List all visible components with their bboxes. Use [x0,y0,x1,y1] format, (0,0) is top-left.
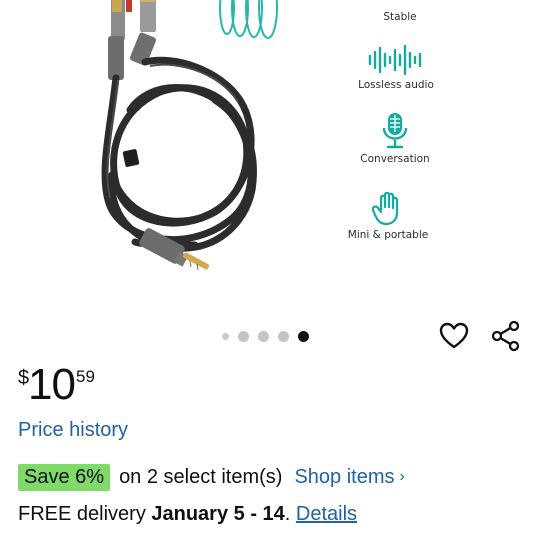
share-icon [491,320,520,352]
cable-tie [122,149,140,167]
carousel-dot[interactable] [258,330,269,342]
chevron-right-icon[interactable]: › [400,468,405,486]
feature-label: Stable [383,11,417,23]
feature-label: Conversation [360,153,430,165]
hand-icon [372,192,399,226]
delivery-prefix: FREE delivery [18,503,152,525]
feature-conversation: Conversation [340,112,450,165]
delivery-info: FREE delivery January 5 - 14. Details [18,503,357,526]
price-history-link[interactable]: Price history [18,419,128,442]
audio-cable-image [101,0,278,271]
carousel-dot[interactable] [278,330,289,342]
heart-icon [439,322,469,349]
price-fraction: 59 [76,367,95,386]
carousel-dot-active[interactable] [298,330,309,342]
sound-wave-icon [368,44,422,76]
promo-row: Save 6% on 2 select item(s) Shop items › [18,463,405,491]
carousel-dot[interactable] [222,332,229,340]
share-button[interactable] [490,320,522,352]
carousel-dot[interactable] [238,330,249,342]
feature-mini-portable: Mini & portable [333,192,443,241]
delivery-separator: . [284,503,296,525]
upper-plugs [108,0,157,80]
details-link[interactable]: Details [296,503,357,525]
teal-coil-decoration [219,0,278,39]
save-badge: Save 6% [18,463,111,491]
feature-label: Lossless audio [358,79,434,91]
image-carousel-dots[interactable] [222,329,309,343]
shield-check-icon [385,0,415,8]
feature-label: Mini & portable [347,229,429,241]
promo-text: on 2 select item(s) [119,465,283,488]
wishlist-button[interactable] [438,320,470,352]
price-whole: 10 [28,360,76,409]
feature-lossless-audio: Lossless audio [341,44,451,91]
shop-items-link[interactable]: Shop items [294,466,394,489]
product-image[interactable]: Stable Lossless audio Conversation Mini … [0,0,540,315]
microphone-icon [382,113,408,149]
delivery-date: January 5 - 14 [151,503,285,525]
feature-stable: Stable [345,0,455,23]
